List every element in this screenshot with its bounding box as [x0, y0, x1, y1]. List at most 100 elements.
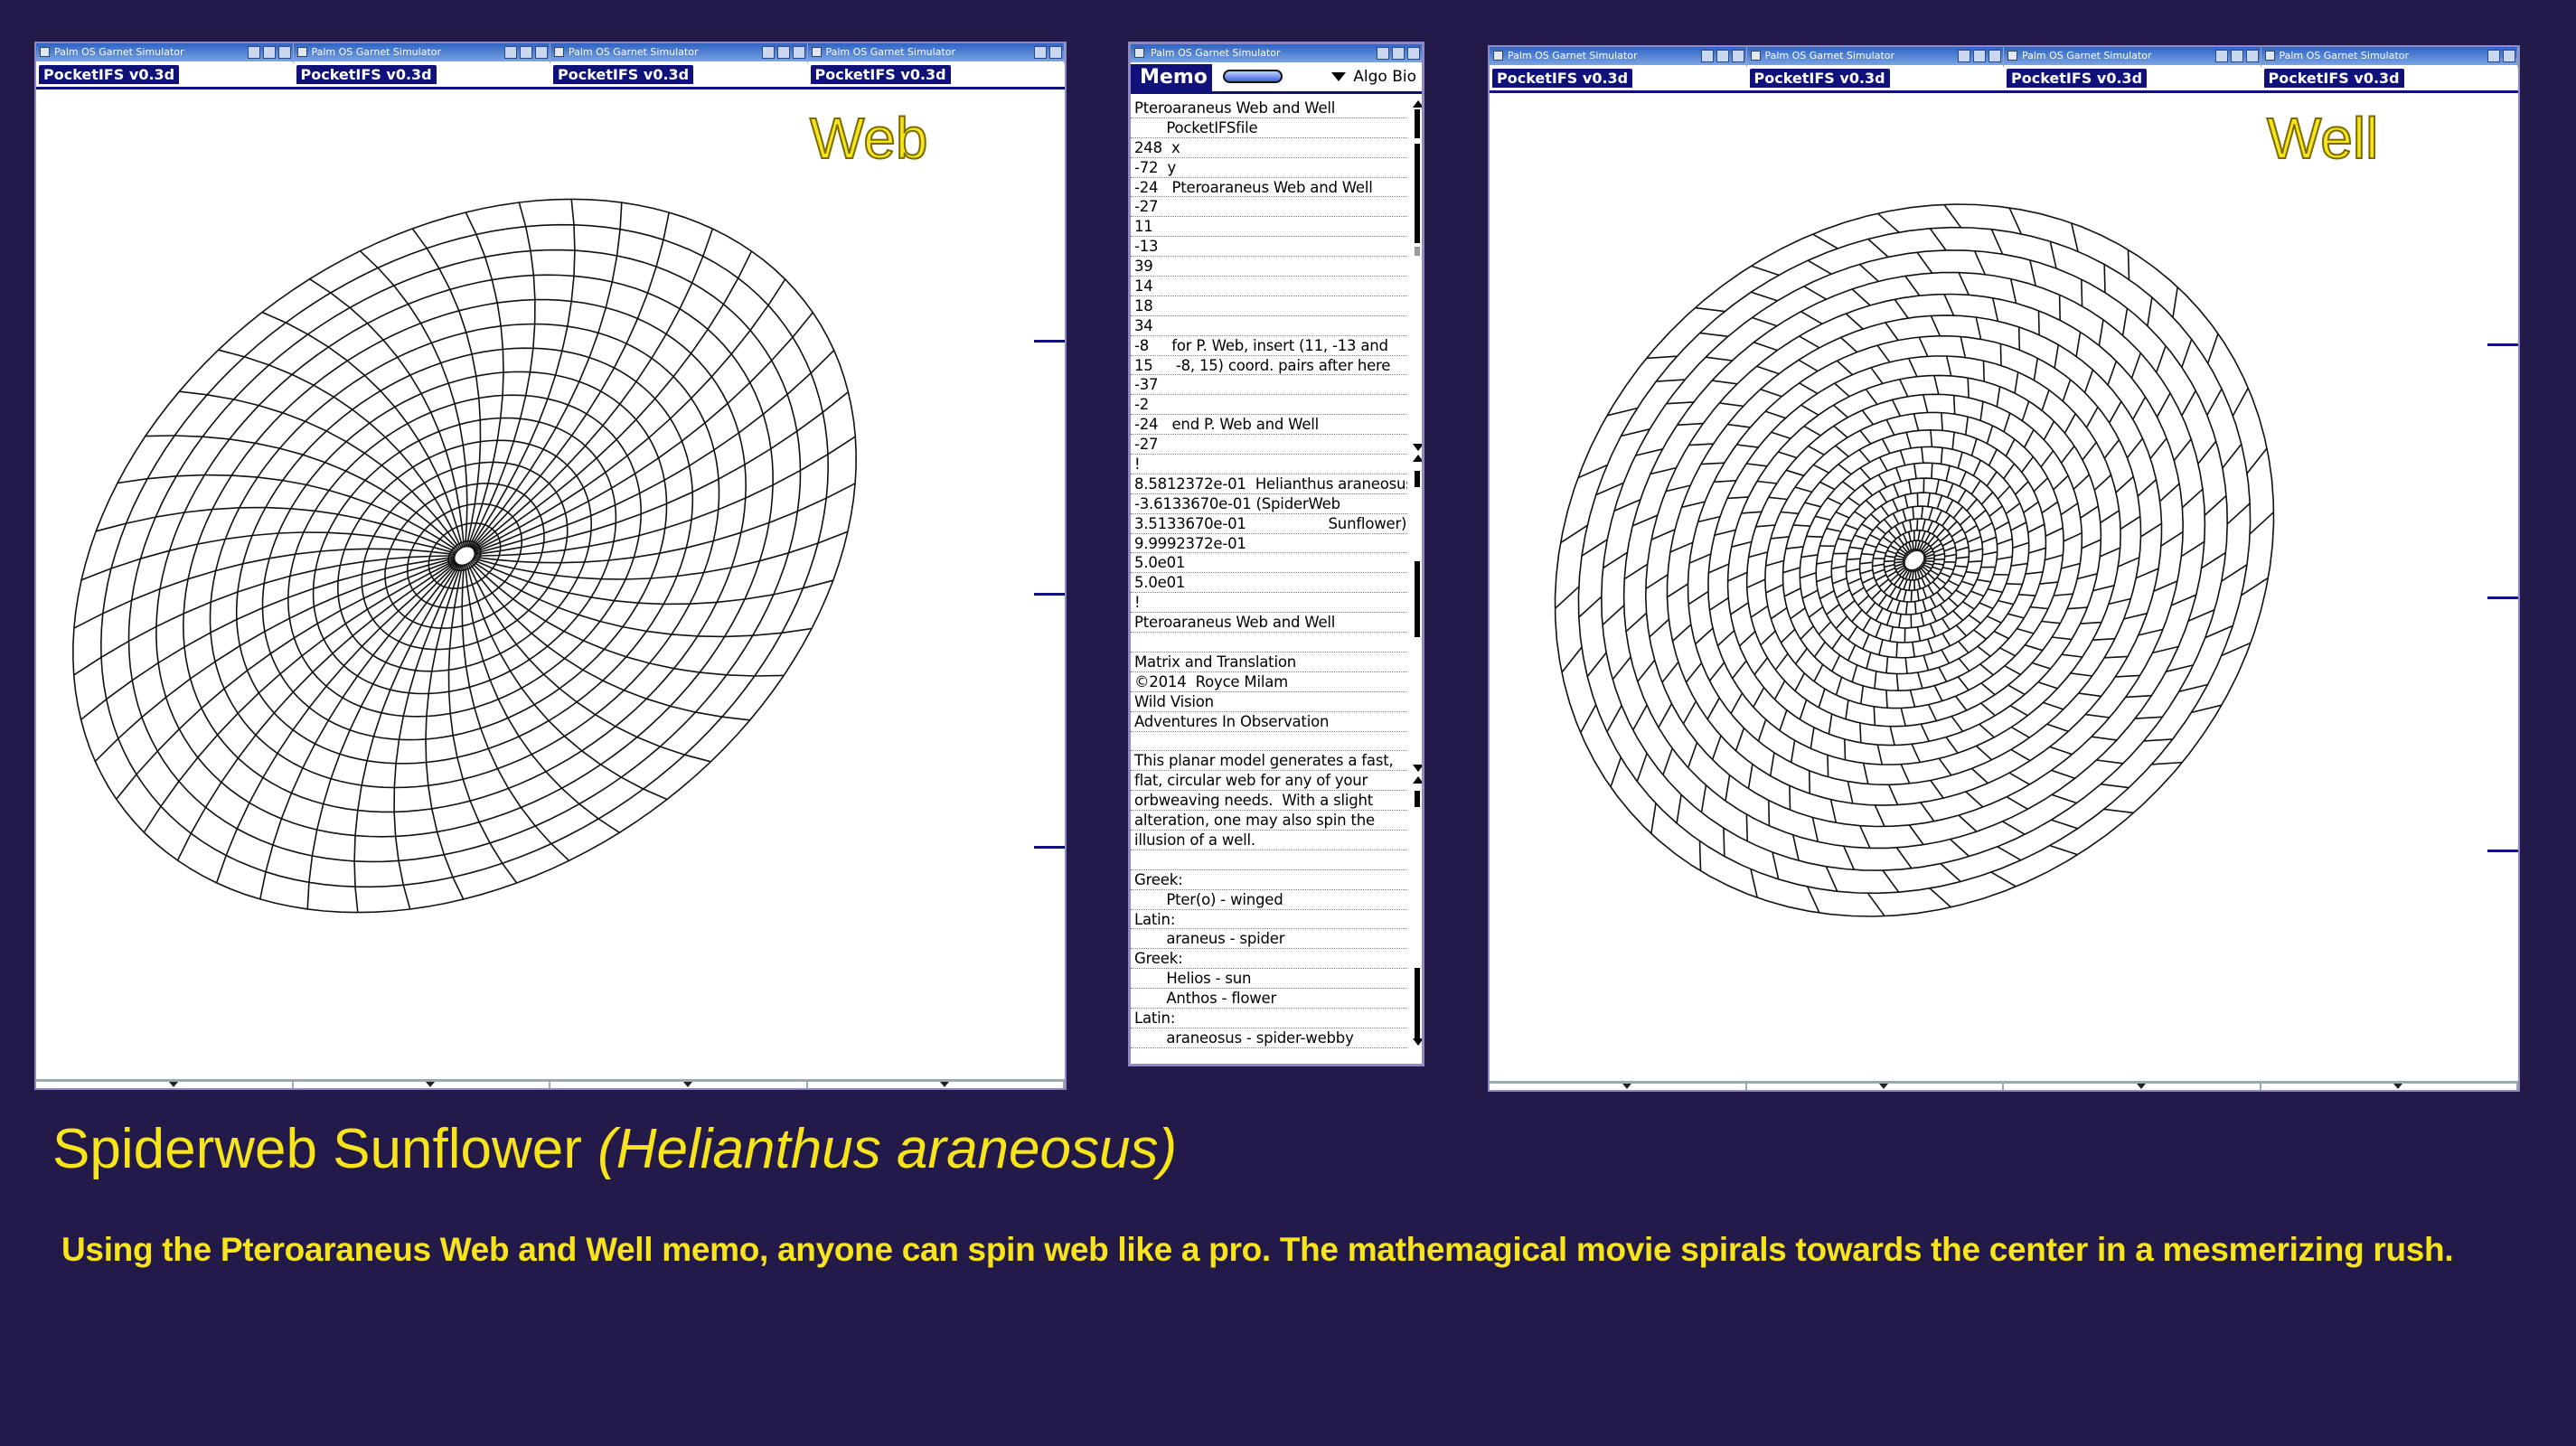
window-title: Palm OS Garnet Simulator	[311, 46, 442, 58]
memo-line	[1131, 732, 1407, 752]
window-title: Palm OS Garnet Simulator	[1151, 47, 1281, 59]
memo-line: alteration, one may also spin the	[1131, 811, 1407, 831]
app-title-tab[interactable]: PocketIFS v0.3d	[296, 65, 437, 84]
pen-icon	[1223, 70, 1283, 83]
app-title-tab[interactable]: PocketIFS v0.3d	[39, 65, 180, 84]
close-icon[interactable]	[277, 46, 291, 59]
app-title-bar: PocketIFS v0.3d PocketIFS v0.3d PocketIF…	[36, 63, 1065, 89]
memo-line: araneus - spider	[1131, 929, 1407, 950]
simulator-window-2[interactable]: Palm OS Garnet Simulator	[1746, 47, 2004, 67]
palm-app-icon	[2007, 51, 2017, 61]
app-title-tab[interactable]: PocketIFS v0.3d	[2007, 69, 2148, 88]
palm-app-icon	[40, 47, 50, 57]
page-title: Spiderweb Sunflower (Helianthus araneosu…	[52, 1117, 1177, 1181]
window-title: Palm OS Garnet Simulator	[1764, 50, 1895, 61]
category-dropdown[interactable]: Algo Bio	[1331, 68, 1416, 86]
well-label: Well	[2266, 105, 2379, 172]
memo-line: -24 Pteroaraneus Web and Well	[1131, 178, 1407, 198]
simulator-window-4[interactable]: Palm OS Garnet Simulator	[2261, 47, 2518, 67]
simulator-title-strip: Palm OS Garnet Simulator Palm OS Garnet …	[1490, 47, 2518, 67]
memo-line: -24 end P. Web and Well	[1131, 415, 1407, 436]
app-title-tab[interactable]: PocketIFS v0.3d	[553, 65, 694, 84]
memo-line: -27	[1131, 435, 1407, 455]
window-title: Palm OS Garnet Simulator	[825, 46, 956, 58]
memo-line: ©2014 Royce Milam	[1131, 672, 1407, 692]
maximize-icon[interactable]	[2230, 50, 2243, 62]
app-title-tab[interactable]: PocketIFS v0.3d	[1749, 69, 1890, 88]
minimize-icon[interactable]	[1034, 46, 1047, 59]
app-title-tab[interactable]: PocketIFS v0.3d	[2263, 69, 2404, 88]
close-icon[interactable]	[1731, 50, 1744, 62]
close-icon[interactable]	[1988, 50, 2001, 62]
close-icon[interactable]	[2503, 50, 2515, 62]
web-fractal-image	[72, 198, 857, 914]
palm-app-icon	[811, 47, 822, 57]
memo-line: !	[1131, 455, 1407, 474]
memo-line: Matrix and Translation	[1131, 653, 1407, 672]
scroll-up-icon[interactable]	[1413, 100, 1422, 108]
simulator-window-2[interactable]: Palm OS Garnet Simulator	[293, 43, 550, 63]
scroll-down-icon[interactable]	[1413, 1038, 1422, 1046]
palm-app-icon	[1493, 51, 1503, 61]
memo-line: Anthos - flower	[1131, 989, 1407, 1009]
scroll-tick	[2487, 596, 2518, 599]
memo-line: Adventures In Observation	[1131, 712, 1407, 732]
close-icon[interactable]	[1407, 47, 1420, 60]
web-label: Web	[809, 105, 928, 172]
memo-line: 34	[1131, 316, 1407, 336]
simulator-window-3[interactable]: Palm OS Garnet Simulator	[550, 43, 808, 63]
maximize-icon[interactable]	[1392, 47, 1405, 60]
app-title-tab[interactable]: PocketIFS v0.3d	[810, 65, 951, 84]
memo-line: Pter(o) - winged	[1131, 890, 1407, 910]
minimize-icon[interactable]	[1958, 50, 1970, 62]
scroll-tick	[2487, 850, 2518, 852]
simulator-window-1[interactable]: Palm OS Garnet Simulator	[1490, 47, 1747, 67]
close-icon[interactable]	[535, 46, 548, 59]
memo-title-tab[interactable]: Memo	[1131, 64, 1212, 91]
minimize-icon[interactable]	[504, 46, 517, 59]
memo-line: 18	[1131, 296, 1407, 316]
memo-header: Memo Algo Bio	[1131, 64, 1422, 94]
close-icon[interactable]	[792, 46, 805, 59]
well-simulator-panel: Palm OS Garnet Simulator Palm OS Garnet …	[1488, 45, 2520, 1092]
memo-line: 15 -8, 15) coord. pairs after here	[1131, 356, 1407, 376]
memo-line: -8 for P. Web, insert (11, -13 and	[1131, 336, 1407, 356]
maximize-icon[interactable]	[262, 46, 276, 59]
app-title-bar: PocketIFS v0.3d PocketIFS v0.3d PocketIF…	[1490, 67, 2518, 93]
memo-scrollbar[interactable]	[1412, 100, 1422, 1046]
maximize-icon[interactable]	[776, 46, 790, 59]
simulator-window-3[interactable]: Palm OS Garnet Simulator	[2004, 47, 2261, 67]
window-title: Palm OS Garnet Simulator	[1508, 50, 1638, 61]
minimize-icon[interactable]	[247, 46, 260, 59]
minimize-icon[interactable]	[2214, 50, 2228, 62]
maximize-icon[interactable]	[520, 46, 532, 59]
palm-app-icon	[296, 47, 307, 57]
minimize-icon[interactable]	[1700, 50, 1714, 62]
memo-line: Latin:	[1131, 1009, 1407, 1028]
memo-line: -37	[1131, 375, 1407, 396]
simulator-window-1[interactable]: Palm OS Garnet Simulator	[36, 43, 294, 63]
minimize-icon[interactable]	[1377, 47, 1389, 60]
memo-line: -72 y	[1131, 158, 1407, 178]
memo-window-titlebar[interactable]: Palm OS Garnet Simulator	[1131, 44, 1422, 62]
palm-app-icon	[1750, 51, 1761, 61]
palm-app-icon	[554, 47, 564, 57]
memo-line: 39	[1131, 257, 1407, 277]
memo-line: !	[1131, 593, 1407, 614]
close-icon[interactable]	[1049, 46, 1062, 59]
memo-line: Pteroaraneus Web and Well	[1131, 613, 1407, 634]
app-title-tab[interactable]: PocketIFS v0.3d	[1492, 69, 1633, 88]
window-title: Palm OS Garnet Simulator	[2279, 50, 2410, 61]
memo-line: illusion of a well.	[1131, 831, 1407, 850]
maximize-icon[interactable]	[1716, 50, 1729, 62]
minimize-icon[interactable]	[2487, 50, 2500, 62]
minimize-icon[interactable]	[761, 46, 775, 59]
memo-line: 248 x	[1131, 138, 1407, 158]
memo-text-area[interactable]: Pteroaraneus Web and Well PocketIFSfile 2…	[1131, 99, 1407, 1048]
palm-app-icon	[1134, 48, 1144, 58]
memo-line: 5.0e01	[1131, 553, 1407, 574]
maximize-icon[interactable]	[1973, 50, 1986, 62]
simulator-window-4[interactable]: Palm OS Garnet Simulator	[807, 43, 1065, 63]
close-icon[interactable]	[2245, 50, 2259, 62]
memo-line: Pteroaraneus Web and Well	[1131, 99, 1407, 118]
